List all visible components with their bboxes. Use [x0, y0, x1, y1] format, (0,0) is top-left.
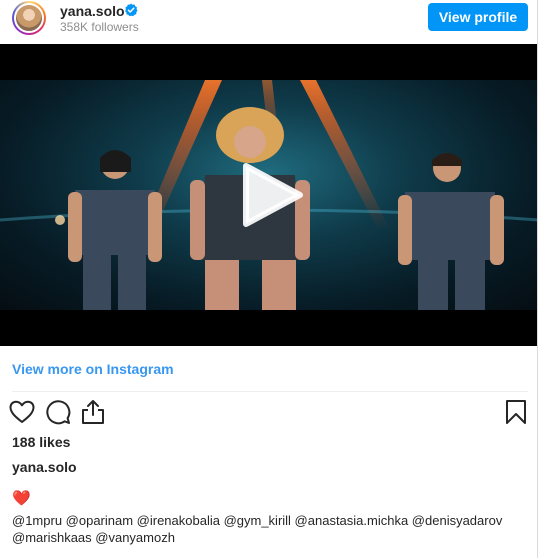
- divider: [12, 391, 528, 392]
- bookmark-icon[interactable]: [503, 398, 529, 426]
- caption-mentions[interactable]: @1mpru @oparinam @irenakobalia @gym_kiri…: [12, 512, 532, 546]
- likes-count[interactable]: 188 likes: [12, 434, 70, 450]
- comment-icon[interactable]: [45, 398, 71, 426]
- verified-badge-icon: [125, 3, 138, 17]
- view-more-link[interactable]: View more on Instagram: [12, 361, 174, 377]
- action-bar: [0, 398, 537, 426]
- caption-emoji: ❤️: [12, 490, 31, 507]
- share-icon[interactable]: [80, 398, 106, 426]
- followers-count: 358K followers: [60, 20, 139, 34]
- avatar-photo: [14, 3, 44, 33]
- play-icon[interactable]: [240, 162, 304, 228]
- view-profile-button[interactable]: View profile: [428, 3, 528, 31]
- video-player[interactable]: [0, 44, 537, 346]
- heart-outline-icon[interactable]: [9, 398, 35, 426]
- username[interactable]: yana.solo: [60, 3, 125, 19]
- post-header: yana.solo 358K followers View profile: [0, 0, 537, 36]
- avatar[interactable]: [12, 1, 46, 35]
- caption-username[interactable]: yana.solo: [12, 459, 77, 475]
- instagram-embed: yana.solo 358K followers View profile Vi…: [0, 0, 538, 558]
